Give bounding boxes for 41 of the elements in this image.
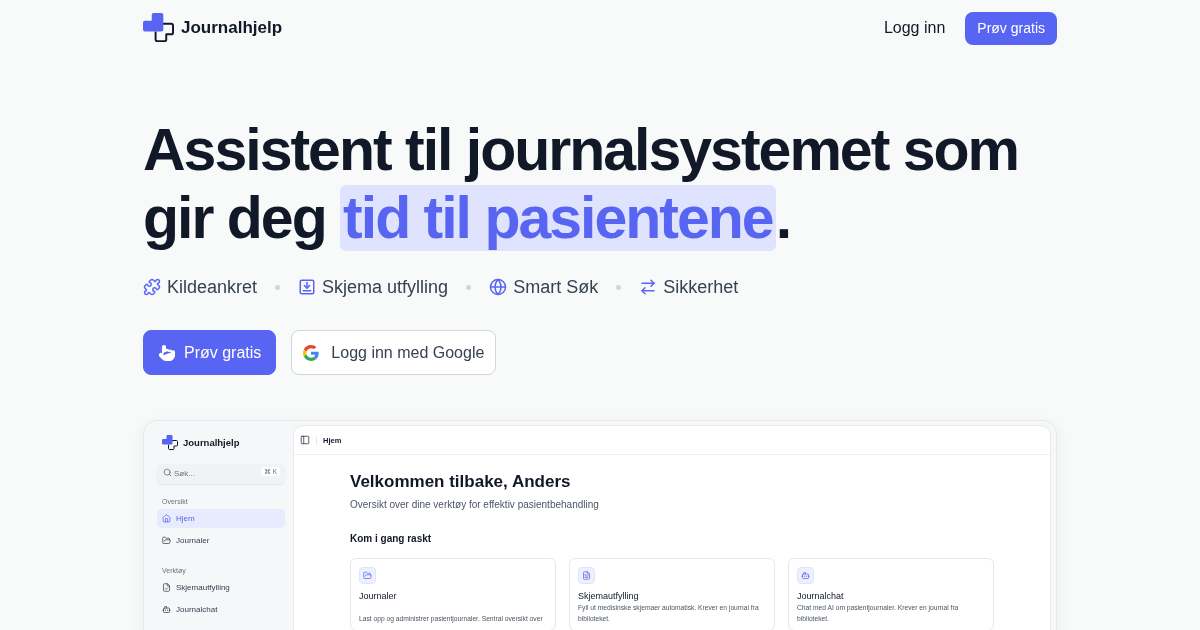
- sidebar-item[interactable]: Journaler: [157, 531, 285, 550]
- hero-headline: Assistent til journalsystemet som gir deg tid til pasientene.: [143, 116, 1019, 252]
- hand-pointer-icon: [158, 343, 176, 362]
- brand-name: Journalhjelp: [183, 436, 240, 448]
- globe-icon: [489, 278, 508, 296]
- login-link[interactable]: Logg inn: [883, 19, 946, 37]
- card-title: Journaler: [359, 590, 398, 602]
- google-login-button[interactable]: Logg inn med Google: [291, 330, 497, 375]
- page-title: Velkommen tilbake, Anders: [350, 471, 572, 493]
- logo-icon: [143, 13, 174, 43]
- feature-label: Skjema utfylling: [322, 276, 449, 298]
- feature-label: Sikkerhet: [663, 276, 739, 298]
- separator-dot-icon: [616, 284, 622, 290]
- logo-icon: [162, 434, 178, 450]
- download-box-icon: [298, 278, 317, 296]
- card-title: Skjemautfylling: [578, 590, 640, 602]
- arrows-left-right-icon: [639, 278, 658, 296]
- search-icon: [163, 467, 172, 477]
- folder-icon: [359, 567, 376, 584]
- robot-icon: [797, 567, 814, 584]
- section-title: Kom i gang raskt: [350, 533, 433, 545]
- puzzle-icon: [143, 278, 161, 296]
- card-title: Journalchat: [797, 590, 845, 602]
- try-free-button[interactable]: Prøv gratis: [965, 11, 1057, 45]
- feature-label: Smart Søk: [513, 276, 599, 298]
- home-icon: [162, 514, 171, 523]
- brand-name: Journalhjelp: [181, 18, 283, 38]
- sidebar-item[interactable]: Journalchat: [157, 600, 285, 619]
- try-free-button[interactable]: Prøv gratis: [143, 330, 277, 375]
- robot-icon: [162, 605, 171, 614]
- sidebar-item[interactable]: Skjemautfylling: [157, 578, 285, 597]
- sidebar-item[interactable]: Hjem: [157, 509, 285, 528]
- folder-icon: [162, 536, 171, 545]
- sidebar-toggle-icon[interactable]: [300, 435, 310, 445]
- separator-dot-icon: [275, 284, 281, 290]
- file-check-icon: [162, 583, 171, 592]
- separator-dot-icon: [466, 284, 472, 290]
- document-icon: [578, 567, 595, 584]
- page-subtitle: Oversikt over dine verktøy for effektiv pasientbehandling: [350, 499, 600, 511]
- google-icon: [303, 344, 320, 361]
- feature-label: Kildeankret: [167, 276, 258, 298]
